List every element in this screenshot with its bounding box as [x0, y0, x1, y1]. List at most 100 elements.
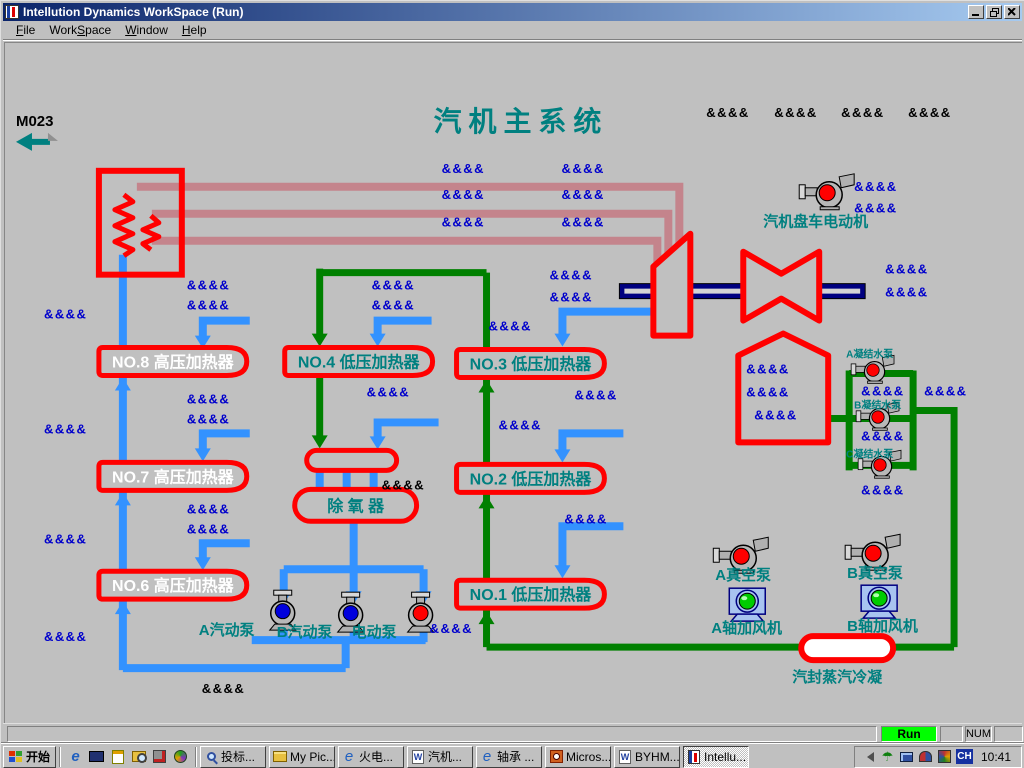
taskbar: 开始 e 投标... My Pic... e 火电... W 汽机... [1, 743, 1024, 768]
tag-value: &&&& [706, 105, 749, 120]
menu-item-workspace[interactable]: WorkSpace [42, 21, 118, 39]
close-icon [1008, 8, 1016, 16]
volume-icon[interactable] [861, 749, 876, 764]
task-button-huodian[interactable]: e 火电... [338, 746, 404, 768]
turning-gear-motor-label: 汽机盘车电动机 [763, 213, 868, 231]
tag-value: &&&& [44, 531, 87, 546]
tag-value: &&&& [372, 298, 415, 313]
close-button[interactable] [1004, 5, 1020, 19]
tag-value: &&&& [564, 511, 607, 526]
heater-no8-label: NO.8 高压加热器 [112, 353, 235, 372]
coil [115, 195, 133, 256]
taskbar-divider [59, 747, 61, 767]
notes-icon[interactable] [109, 748, 126, 765]
task-label: Micros... [566, 750, 611, 764]
label-part: S [77, 23, 85, 37]
menu-item-window[interactable]: Window [118, 21, 175, 39]
task-button-my-pictures[interactable]: My Pic... [269, 746, 335, 768]
task-button-byhm[interactable]: W BYHM... [614, 746, 680, 768]
label-part: elp [191, 23, 207, 37]
tag-value: &&&& [430, 621, 473, 636]
minimize-button[interactable] [968, 5, 984, 19]
search-folder-icon[interactable] [130, 748, 147, 765]
turning-gear-motor-icon[interactable] [799, 174, 854, 210]
tag-value: &&&& [861, 428, 904, 443]
users-icon[interactable] [918, 749, 933, 764]
condensate-pump-a-label: A凝结水泵 [846, 348, 893, 361]
task-button-intellution-active[interactable]: Intellu... [683, 746, 749, 768]
tag-value: &&&& [187, 501, 230, 516]
deaerator-label: 除 氧 器 [327, 496, 385, 515]
tag-value: &&&& [574, 387, 617, 402]
run-mode-indicator: Run [881, 726, 937, 742]
tag-value: &&&& [854, 179, 897, 194]
windows-logo-icon [9, 751, 23, 763]
intellution-app-icon [687, 750, 701, 764]
task-button-zhoucheng[interactable]: e 轴承 ... [476, 746, 542, 768]
task-button-qiji[interactable]: W 汽机... [407, 746, 473, 768]
tag-value: &&&& [44, 629, 87, 644]
ime-palette-icon[interactable] [937, 749, 952, 764]
tag-value: &&&& [841, 105, 884, 120]
tag-value: &&&& [908, 105, 951, 120]
task-label: 火电... [359, 748, 393, 765]
tools-icon[interactable] [151, 748, 168, 765]
tag-value: &&&& [561, 161, 604, 176]
vacuum-pump-b-label: B真空泵 [847, 564, 903, 582]
heater-no1-label: NO.1 低压加热器 [470, 585, 593, 604]
task-label: BYHM... [635, 750, 680, 764]
clock-app-icon [549, 750, 563, 764]
tag-value: &&&& [499, 417, 542, 432]
quick-launch: e [64, 748, 192, 765]
network-icon[interactable] [899, 749, 914, 764]
status-panel [994, 726, 1023, 742]
ime-language-badge[interactable]: CH [956, 749, 973, 764]
internet-explorer-icon[interactable]: e [67, 748, 84, 765]
tag-value: &&&& [187, 391, 230, 406]
tag-value: &&&& [442, 187, 485, 202]
label-part: W [125, 23, 136, 37]
menu-item-file[interactable]: File [9, 21, 42, 39]
word-document-icon: W [618, 750, 632, 764]
start-button[interactable]: 开始 [3, 746, 56, 768]
media-icon[interactable] [172, 748, 189, 765]
word-document-icon: W [411, 750, 425, 764]
shaft-fan-b-icon[interactable] [861, 585, 897, 618]
label-part: Work [49, 23, 77, 37]
shaft-fan-b-label: B轴加风机 [847, 617, 918, 635]
internet-explorer-icon: e [480, 750, 494, 764]
umbrella-antivirus-icon[interactable]: ☂ [880, 749, 895, 764]
label-part: indow [137, 23, 168, 37]
label-part: H [182, 23, 191, 37]
internet-explorer-icon: e [342, 750, 356, 764]
tag-value: &&&& [549, 290, 592, 305]
lp-turbine[interactable] [743, 252, 819, 321]
menu-item-help[interactable]: Help [175, 21, 214, 39]
motor-pump-label: 电动泵 [352, 623, 397, 641]
tag-value: &&&& [861, 383, 904, 398]
window-title: Intellution Dynamics WorkSpace (Run) [23, 5, 968, 19]
task-button-toubiao[interactable]: 投标... [200, 746, 266, 768]
tag-value: &&&& [367, 384, 410, 399]
heater-no2-label: NO.2 低压加热器 [470, 469, 593, 488]
keyboard-icon[interactable] [88, 748, 105, 765]
deaerator-tank[interactable] [307, 450, 397, 470]
status-message-area [7, 726, 877, 742]
shaft-fan-a-icon[interactable] [729, 588, 765, 621]
gland-steam-condenser-vessel[interactable] [801, 636, 893, 660]
title-bar[interactable]: Intellution Dynamics WorkSpace (Run) [3, 3, 1022, 21]
page-title: 汽机主系统 [434, 105, 609, 137]
restore-button[interactable] [986, 5, 1002, 19]
clock: 10:41 [977, 750, 1015, 764]
turbine-main-system-diagram: M023 汽机主系统 &&&& &&&& &&&& &&&& &&&& &&&&… [5, 43, 1022, 723]
tag-value: &&&& [561, 187, 604, 202]
back-nav-arrow[interactable] [16, 133, 58, 151]
tag-value: &&&& [442, 161, 485, 176]
heater-no6-label: NO.6 高压加热器 [112, 576, 235, 595]
heater-no4-label: NO.4 低压加热器 [298, 353, 421, 372]
tag-value: &&&& [924, 383, 967, 398]
task-button-microsoft[interactable]: Micros... [545, 746, 611, 768]
vacuum-pump-a-label: A真空泵 [715, 566, 771, 584]
tag-value: &&&& [754, 407, 797, 422]
task-label: My Pic... [290, 750, 335, 764]
